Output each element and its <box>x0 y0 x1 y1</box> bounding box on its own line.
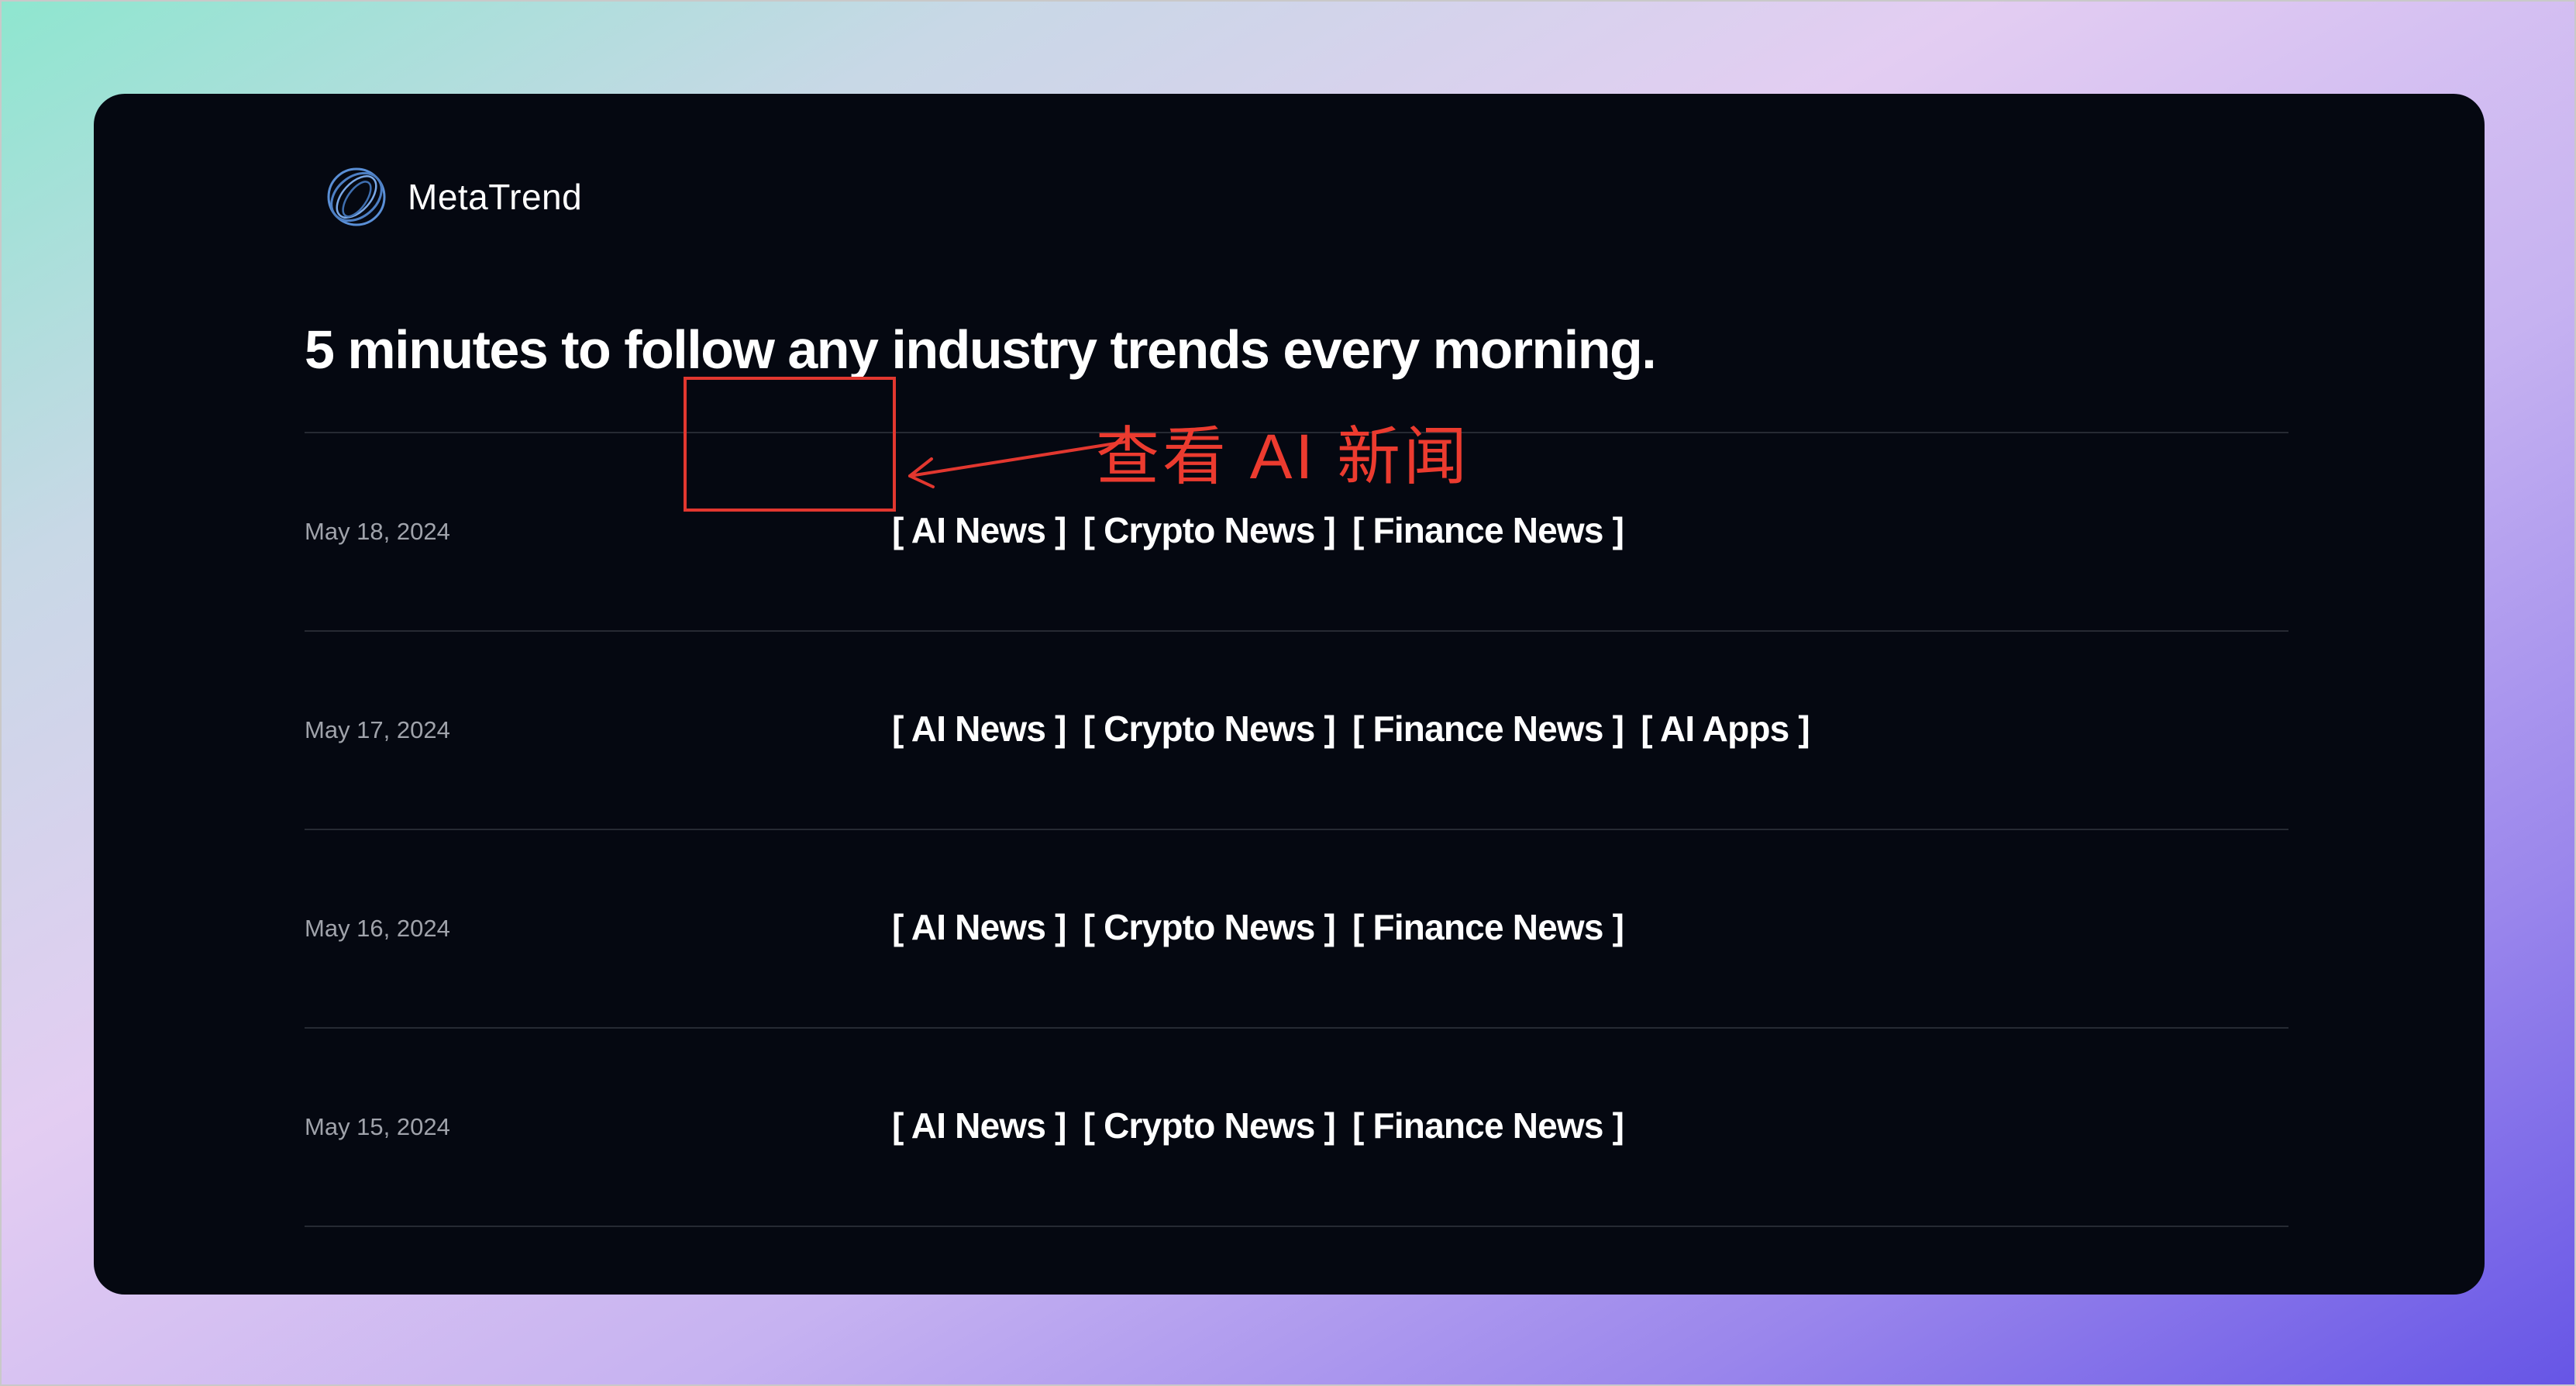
tag-ai-news-link[interactable]: [ AI News ] <box>892 708 1066 750</box>
annotation-highlight-box <box>684 377 896 512</box>
tag-finance-news-link[interactable]: [ Finance News ] <box>1352 1105 1624 1146</box>
brand-header[interactable]: MetaTrend <box>324 162 582 232</box>
tag-finance-news-link[interactable]: [ Finance News ] <box>1352 509 1624 551</box>
page-headline: 5 minutes to follow any industry trends … <box>305 319 1657 380</box>
news-list: May 18, 2024 [ AI News ] [ Crypto News ]… <box>305 432 2288 1227</box>
row-tags: [ AI News ] [ Crypto News ] [ Finance Ne… <box>892 906 1641 948</box>
main-card: MetaTrend 5 minutes to follow any indust… <box>94 94 2485 1295</box>
tag-crypto-news-link[interactable]: [ Crypto News ] <box>1083 906 1336 948</box>
row-date: May 18, 2024 <box>305 518 450 545</box>
rings-logo-icon <box>324 164 389 229</box>
tag-finance-news-link[interactable]: [ Finance News ] <box>1352 906 1624 948</box>
row-date: May 15, 2024 <box>305 1113 450 1140</box>
brand-name: MetaTrend <box>408 177 583 217</box>
tag-finance-news-link[interactable]: [ Finance News ] <box>1352 708 1624 750</box>
tag-ai-news-link[interactable]: [ AI News ] <box>892 906 1066 948</box>
tag-crypto-news-link[interactable]: [ Crypto News ] <box>1083 509 1336 551</box>
row-tags: [ AI News ] [ Crypto News ] [ Finance Ne… <box>892 708 1827 750</box>
row-tags: [ AI News ] [ Crypto News ] [ Finance Ne… <box>892 509 1641 551</box>
row-date: May 17, 2024 <box>305 716 450 743</box>
row-date: May 16, 2024 <box>305 915 450 942</box>
tag-ai-news-link[interactable]: [ AI News ] <box>892 1105 1066 1146</box>
news-row: May 15, 2024 [ AI News ] [ Crypto News ]… <box>305 1029 2288 1227</box>
row-tags: [ AI News ] [ Crypto News ] [ Finance Ne… <box>892 1105 1641 1146</box>
news-row: May 16, 2024 [ AI News ] [ Crypto News ]… <box>305 830 2288 1029</box>
tag-crypto-news-link[interactable]: [ Crypto News ] <box>1083 1105 1336 1146</box>
tag-ai-news-link[interactable]: [ AI News ] <box>892 509 1066 551</box>
tag-crypto-news-link[interactable]: [ Crypto News ] <box>1083 708 1336 750</box>
annotation-label: 查看 AI 新闻 <box>1096 422 1471 492</box>
news-row: May 17, 2024 [ AI News ] [ Crypto News ]… <box>305 632 2288 830</box>
tag-ai-apps-link[interactable]: [ AI Apps ] <box>1641 708 1810 750</box>
